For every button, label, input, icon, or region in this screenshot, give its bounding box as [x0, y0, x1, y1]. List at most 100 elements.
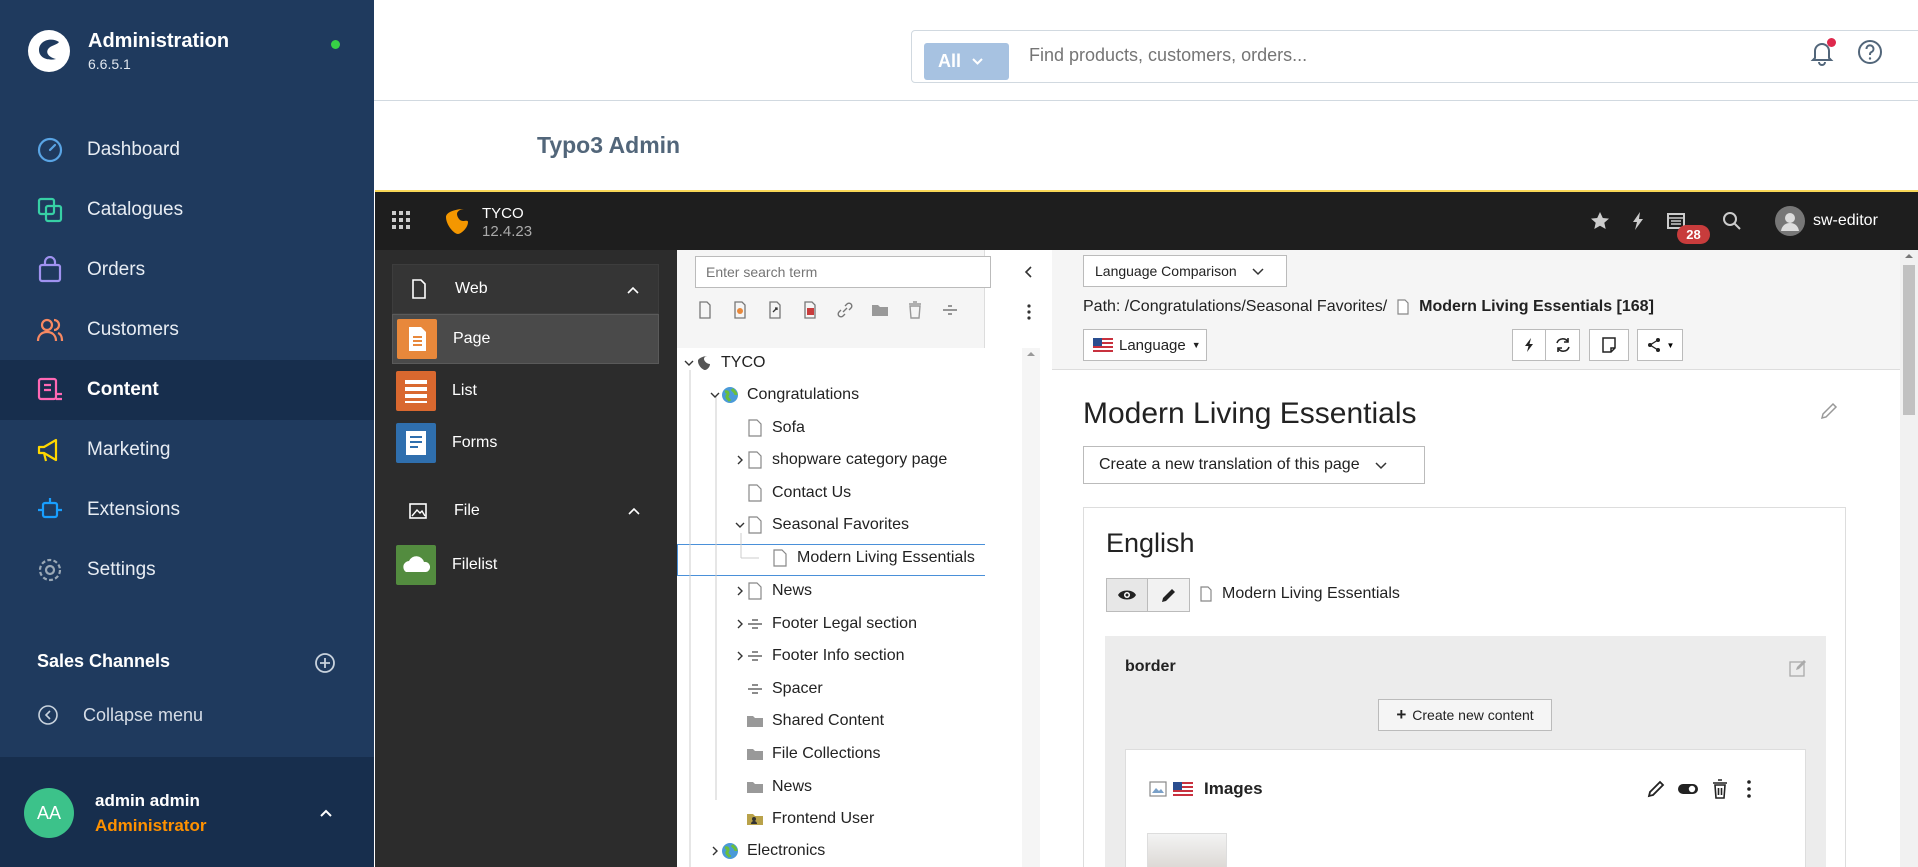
- reload-button[interactable]: [1546, 329, 1580, 361]
- content-scrollbar[interactable]: [1900, 250, 1918, 867]
- nav-item-dashboard[interactable]: Dashboard: [0, 120, 374, 180]
- flush-cache-icon[interactable]: [1627, 210, 1649, 232]
- toggle-visibility-icon[interactable]: [1677, 778, 1699, 800]
- scroll-up-icon[interactable]: [1022, 348, 1040, 360]
- tree-node[interactable]: News: [737, 576, 812, 606]
- tree-node[interactable]: Seasonal Favorites: [735, 510, 909, 540]
- scrollbar-thumb[interactable]: [1903, 265, 1915, 415]
- typo3-username[interactable]: sw-editor: [1813, 212, 1878, 230]
- chevron-down-icon[interactable]: [708, 388, 722, 402]
- nav-item-customers[interactable]: Customers: [0, 300, 374, 360]
- admin-sidebar: Administration 6.6.5.1 Dashboard Catalog…: [0, 0, 374, 867]
- tree-node-root[interactable]: TYCO: [684, 348, 765, 378]
- share-dropdown[interactable]: ▼: [1637, 329, 1683, 361]
- nav-item-marketing[interactable]: Marketing: [0, 420, 374, 480]
- bookmark-star-icon[interactable]: [1589, 210, 1611, 232]
- tree-node[interactable]: Contact Us: [746, 478, 851, 508]
- refresh-icon: [1555, 338, 1570, 352]
- typo3-logo-icon[interactable]: [442, 206, 472, 236]
- nav-item-catalogues[interactable]: Catalogues: [0, 180, 374, 240]
- more-options-icon[interactable]: [1021, 302, 1037, 322]
- page-icon: [748, 516, 762, 534]
- tree-node-selected[interactable]: Modern Living Essentials: [771, 543, 975, 573]
- tree-node[interactable]: Electronics: [712, 836, 825, 866]
- module-group-file[interactable]: File: [392, 486, 659, 536]
- content-icon: [37, 377, 62, 401]
- search-type-dropdown[interactable]: All: [924, 43, 1009, 80]
- tree-node[interactable]: Footer Info section: [737, 641, 905, 671]
- new-translation-select[interactable]: Create a new translation of this page: [1083, 446, 1425, 484]
- chevron-down-icon[interactable]: [733, 518, 747, 532]
- collapse-menu-button[interactable]: Collapse menu: [37, 704, 203, 726]
- nav-item-extensions[interactable]: Extensions: [0, 480, 374, 540]
- page-properties-button[interactable]: [1589, 329, 1629, 361]
- search-icon[interactable]: [1721, 210, 1743, 232]
- chevron-right-icon[interactable]: [733, 617, 747, 631]
- language-column: English Modern Living Essentials border: [1083, 507, 1846, 867]
- module-page[interactable]: Page: [392, 314, 659, 364]
- note-icon: [1602, 337, 1616, 353]
- chevron-right-icon[interactable]: [733, 584, 747, 598]
- tree-node[interactable]: Frontend User: [746, 804, 874, 834]
- trash-icon[interactable]: [1709, 778, 1731, 800]
- search-input[interactable]: [1029, 45, 1918, 66]
- tree-scrollbar[interactable]: [1022, 348, 1040, 867]
- tree-node[interactable]: Footer Legal section: [737, 609, 917, 639]
- spacer-icon[interactable]: [940, 300, 960, 320]
- tree-node[interactable]: Shared Content: [746, 706, 884, 736]
- language-page-link[interactable]: Modern Living Essentials: [1198, 585, 1400, 603]
- view-button[interactable]: [1106, 578, 1148, 612]
- create-new-content-button[interactable]: + Create new content: [1378, 699, 1552, 731]
- tree-node[interactable]: News: [746, 772, 812, 802]
- tree-node[interactable]: Sofa: [746, 413, 805, 443]
- user-avatar[interactable]: [1775, 206, 1805, 236]
- language-dropdown[interactable]: Language ▼: [1083, 329, 1207, 361]
- brand[interactable]: Administration 6.6.5.1: [26, 28, 229, 74]
- edit-pencil-icon[interactable]: [1645, 778, 1667, 800]
- chevron-right-icon[interactable]: [733, 649, 747, 663]
- folder-icon: [747, 716, 763, 727]
- link-icon[interactable]: [835, 300, 855, 320]
- new-page-icon[interactable]: [695, 300, 715, 320]
- nav-item-settings[interactable]: Settings: [0, 540, 374, 600]
- chevron-left-icon[interactable]: [1021, 264, 1037, 280]
- image-icon: [409, 503, 427, 519]
- view-mode-select[interactable]: Language Comparison: [1083, 255, 1287, 287]
- new-page-user-icon[interactable]: [730, 300, 750, 320]
- new-page-link-icon[interactable]: [765, 300, 785, 320]
- tree-node-label: File Collections: [772, 745, 881, 762]
- new-page-shortcut-icon[interactable]: [800, 300, 820, 320]
- trash-icon[interactable]: [905, 300, 925, 320]
- path-prefix: Path: /Congratulations/Seasonal Favorite…: [1083, 298, 1388, 315]
- module-list[interactable]: List: [392, 366, 659, 416]
- module-forms[interactable]: Forms: [392, 418, 659, 468]
- clear-cache-button[interactable]: [1512, 329, 1546, 361]
- edit-pencil-icon[interactable]: [1819, 401, 1839, 421]
- edit-column-icon[interactable]: [1788, 658, 1808, 678]
- scroll-up-icon[interactable]: [1900, 250, 1918, 262]
- chevron-right-icon[interactable]: [708, 844, 722, 858]
- module-filelist[interactable]: Filelist: [392, 540, 659, 590]
- user-menu[interactable]: AA admin admin Administrator: [0, 757, 374, 867]
- tree-node[interactable]: Congratulations: [710, 380, 859, 410]
- add-sales-channel-icon[interactable]: [314, 652, 336, 674]
- nav-item-content[interactable]: Content: [0, 360, 374, 420]
- module-page-label: Page: [453, 330, 491, 347]
- more-options-icon[interactable]: [1738, 778, 1760, 800]
- edit-button[interactable]: [1148, 578, 1190, 612]
- nav-item-orders[interactable]: Orders: [0, 240, 374, 300]
- tree-node[interactable]: shopware category page: [737, 445, 947, 475]
- global-search[interactable]: All: [911, 30, 1918, 83]
- module-group-web[interactable]: Web: [392, 264, 659, 314]
- module-menu-grid-icon[interactable]: [391, 210, 411, 230]
- folder-icon[interactable]: [870, 300, 890, 320]
- typo3-topbar: TYCO 12.4.23 28 sw-editor: [375, 192, 1918, 250]
- tree-node[interactable]: Spacer: [746, 674, 823, 704]
- chevron-down-icon[interactable]: [682, 356, 696, 370]
- tree-search-input[interactable]: [695, 256, 991, 288]
- sales-channels-heading: Sales Channels: [37, 651, 171, 671]
- tree-node[interactable]: File Collections: [746, 739, 880, 769]
- chevron-right-icon[interactable]: [733, 453, 747, 467]
- image-thumbnail[interactable]: [1147, 833, 1227, 867]
- help-icon[interactable]: [1856, 38, 1884, 66]
